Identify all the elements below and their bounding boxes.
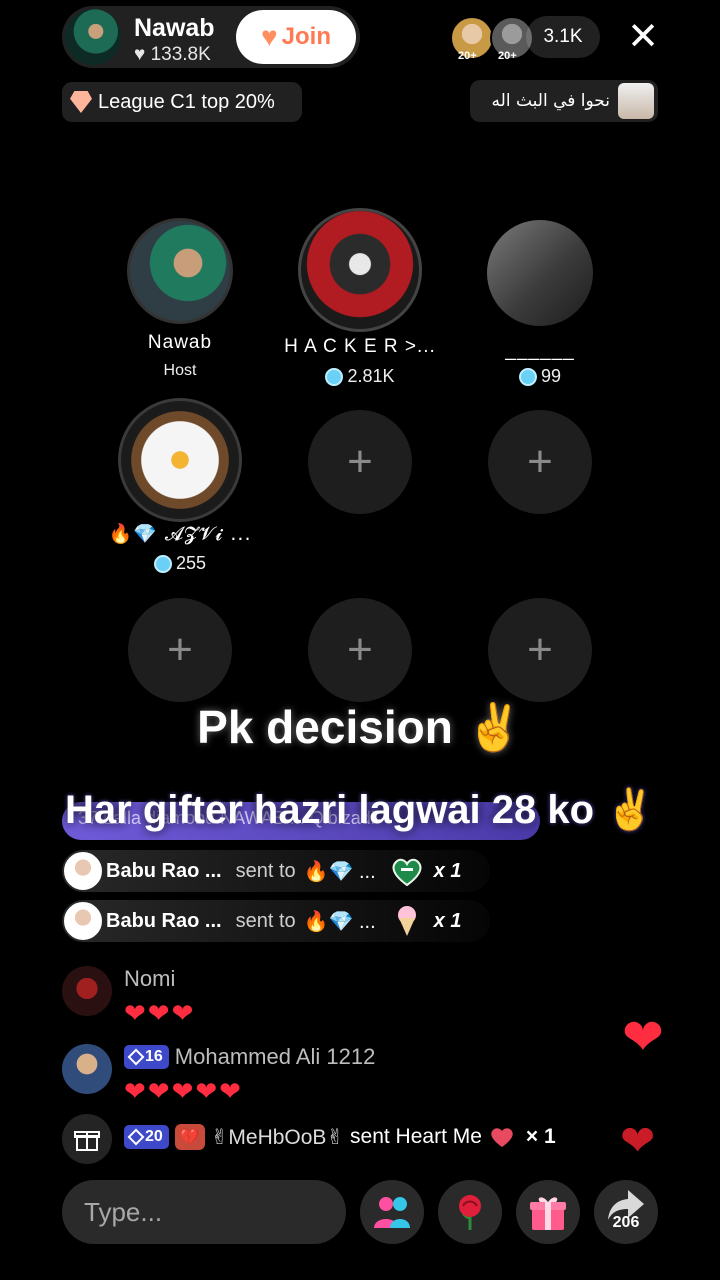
seat-score: 99	[450, 366, 630, 387]
join-button[interactable]: ♥ Join	[236, 10, 356, 64]
rose-button[interactable]	[438, 1180, 502, 1244]
seat-score-value: 99	[540, 366, 562, 386]
seat-name: ______	[505, 340, 575, 361]
viewer-count[interactable]: 3.1K	[526, 16, 600, 58]
seat-avatar	[487, 220, 593, 326]
gift-recipient: 🔥💎 ...	[303, 860, 376, 883]
chat-text: ❤❤❤	[124, 998, 196, 1028]
empty-seat-plus-icon[interactable]: +	[308, 410, 412, 514]
chat-avatar[interactable]	[62, 1044, 112, 1094]
gift-count: x 1	[433, 859, 462, 882]
host-likes: ♥ 133.8K	[134, 44, 211, 66]
level-value: 20	[145, 1128, 163, 1145]
gift-count: x 1	[433, 909, 462, 932]
banner-avatar	[618, 83, 654, 119]
heart-icon: ❤	[620, 1117, 656, 1164]
seat-name: H A C K E R >...	[284, 336, 436, 357]
chat-input[interactable]	[62, 1180, 346, 1244]
announcement-text: Har gifter hazri lagwai 28 ko ✌️	[65, 788, 655, 832]
chat-username[interactable]: 16 Mohammed Ali 1212	[124, 1044, 375, 1070]
empty-seat-plus-icon[interactable]: +	[488, 598, 592, 702]
seat-name: Nawab	[147, 332, 213, 353]
seat-3[interactable]: ______ 99	[450, 220, 630, 387]
top-viewers[interactable]: 20+ 20+	[450, 16, 534, 62]
heart-plus-icon: ♥	[261, 21, 278, 52]
diamond-icon	[518, 367, 537, 386]
league-label: League C1 top 20%	[98, 90, 275, 113]
gift-sent-label: sent to	[235, 859, 296, 882]
notice-text: sent Heart Me	[350, 1125, 482, 1148]
diamond-icon	[70, 91, 92, 113]
viewer-tag: 20+	[498, 50, 517, 62]
notice-username[interactable]: ✌MeHbOoB✌	[211, 1125, 344, 1150]
seat-host[interactable]: Nawab Host	[90, 218, 270, 380]
seat-score: 2.81K	[270, 366, 450, 387]
seat-score: 255	[90, 553, 270, 574]
seat-avatar	[127, 218, 233, 324]
viewer-tag: 20+	[458, 50, 477, 62]
gift-sender: Babu Rao ...	[106, 909, 222, 932]
gift-notice: 20 💔 ✌MeHbOoB✌ sent Heart Me × 1	[124, 1124, 556, 1150]
host-avatar[interactable]	[65, 9, 121, 65]
chat-username-text: Nomi	[124, 966, 176, 991]
broken-heart-icon: 💔	[174, 1124, 205, 1150]
gift-recipient: 🔥💎 ...	[303, 910, 376, 933]
league-badge[interactable]: League C1 top 20%	[62, 82, 302, 122]
sender-avatar[interactable]	[64, 902, 102, 940]
seat-avatar	[118, 398, 242, 522]
diamond-icon	[127, 1128, 145, 1146]
floating-heart-icon: ❤	[622, 1009, 664, 1065]
gift-row: Babu Rao ... sent to 🔥💎 ... x 1	[62, 900, 490, 942]
close-button[interactable]: ✕	[620, 14, 666, 60]
heart-gift-icon	[491, 1128, 513, 1147]
gift-box-button[interactable]	[62, 1114, 112, 1164]
users-icon	[374, 1197, 410, 1228]
chat-username[interactable]: Nomi	[124, 966, 175, 992]
seat-2[interactable]: H A C K E R >... 2.81K	[270, 208, 450, 387]
empty-seat-plus-icon[interactable]: +	[128, 598, 232, 702]
sender-avatar[interactable]	[64, 852, 102, 890]
gift-button[interactable]	[516, 1180, 580, 1244]
share-button[interactable]: 206	[594, 1180, 658, 1244]
gift-box-icon	[74, 1131, 100, 1151]
host-name: Nawab	[134, 14, 215, 42]
host-label: Host	[163, 362, 197, 379]
seat-avatar	[298, 208, 422, 332]
chat-message: Nomi ❤❤❤	[62, 966, 622, 1028]
level-value: 16	[145, 1048, 163, 1065]
viewer-avatar[interactable]: 20+	[450, 16, 494, 62]
chat-text: ❤❤❤❤❤	[124, 1076, 243, 1106]
diamond-icon	[127, 1048, 145, 1066]
host-profile-pill[interactable]: Nawab ♥ 133.8K ♥ Join	[62, 6, 360, 68]
seat-score-value: 255	[175, 553, 207, 573]
level-badge: 20	[124, 1125, 169, 1149]
diamond-icon	[325, 367, 344, 386]
empty-seat-plus-icon[interactable]: +	[488, 410, 592, 514]
share-count: 206	[612, 1214, 640, 1231]
room-banner-text: نحوا في البث اله	[491, 91, 610, 111]
ice-cream-icon	[397, 906, 416, 936]
seat-name: 🔥💎 𝓐𝓩𝓥𝓲 ...	[108, 523, 252, 545]
rose-icon	[459, 1195, 481, 1230]
seat-4[interactable]: 🔥💎 𝓐𝓩𝓥𝓲 ... 255	[90, 398, 270, 574]
users-button[interactable]	[360, 1180, 424, 1244]
flag-heart-icon	[392, 858, 422, 887]
host-likes-count: 133.8K	[150, 44, 211, 65]
diamond-icon	[153, 554, 172, 573]
gift-icon	[530, 1197, 566, 1230]
room-banner[interactable]: نحوا في البث اله	[470, 80, 658, 122]
chat-avatar[interactable]	[62, 966, 112, 1016]
heart-icon: ♥	[134, 44, 146, 65]
join-label: Join	[281, 23, 331, 50]
seat-score-value: 2.81K	[347, 366, 395, 386]
chat-username-text: Mohammed Ali 1212	[174, 1044, 376, 1069]
gift-sender: Babu Rao ...	[106, 859, 222, 882]
gift-sent-label: sent to	[235, 909, 296, 932]
notice-count: × 1	[525, 1125, 556, 1148]
pk-title: Pk decision ✌️	[197, 701, 523, 753]
level-badge: 16	[124, 1045, 169, 1069]
gift-row: Babu Rao ... sent to 🔥💎 ... x 1	[62, 850, 490, 892]
empty-seat-plus-icon[interactable]: +	[308, 598, 412, 702]
chat-message: 16 Mohammed Ali 1212 ❤❤❤❤❤	[62, 1044, 622, 1106]
